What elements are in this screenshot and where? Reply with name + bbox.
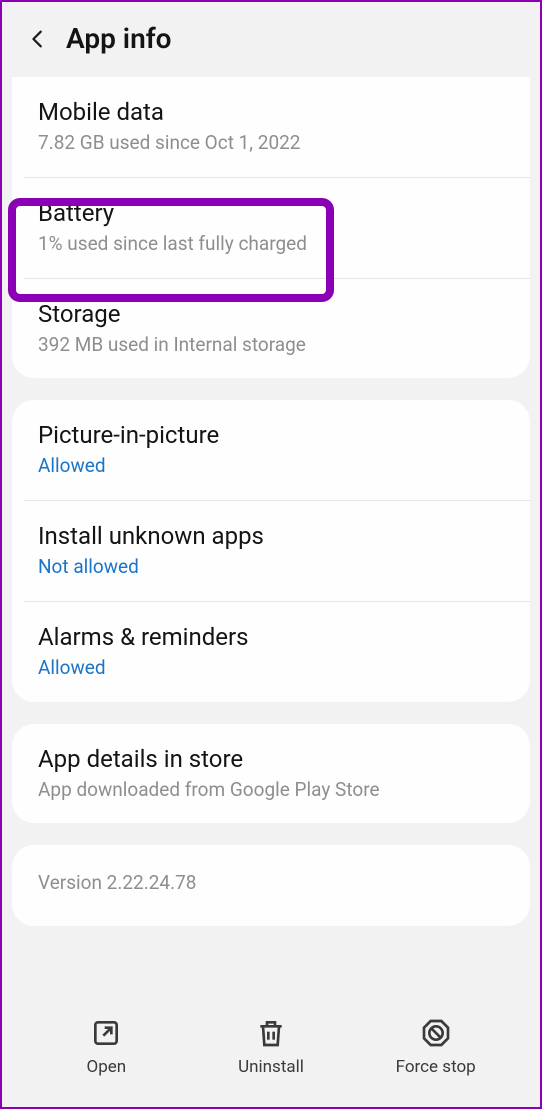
item-title: Alarms & reminders [38,622,504,652]
permissions-group: Picture-in-picture Allowed Install unkno… [12,400,530,701]
back-button[interactable] [24,25,52,53]
chevron-left-icon [27,28,49,50]
force-stop-label: Force stop [396,1057,476,1077]
version-text: Version 2.22.24.78 [12,845,530,926]
alarms-item[interactable]: Alarms & reminders Allowed [12,602,530,702]
mobile-data-item[interactable]: Mobile data 7.82 GB used since Oct 1, 20… [12,77,530,177]
bottom-action-bar: Open Uninstall Force stop [2,987,540,1107]
item-status: Allowed [38,656,504,680]
battery-item[interactable]: Battery 1% used since last fully charged [12,178,530,278]
store-group: App details in store App downloaded from… [12,724,530,824]
uninstall-label: Uninstall [238,1057,304,1077]
item-status: Not allowed [38,555,504,579]
app-details-item[interactable]: App details in store App downloaded from… [12,724,530,824]
storage-item[interactable]: Storage 392 MB used in Internal storage [12,279,530,379]
header: App info [2,2,540,77]
item-subtitle: 392 MB used in Internal storage [38,333,504,357]
pip-item[interactable]: Picture-in-picture Allowed [12,400,530,500]
version-group: Version 2.22.24.78 [12,845,530,926]
page-title: App info [66,22,172,55]
item-subtitle: 7.82 GB used since Oct 1, 2022 [38,131,504,155]
open-button[interactable]: Open [24,1017,189,1077]
force-stop-button[interactable]: Force stop [353,1017,518,1077]
item-subtitle: 1% used since last fully charged [38,232,504,256]
open-icon [90,1017,122,1049]
usage-group: Mobile data 7.82 GB used since Oct 1, 20… [12,77,530,378]
item-title: Battery [38,198,504,228]
item-title: Picture-in-picture [38,420,504,450]
trash-icon [255,1017,287,1049]
item-status: Allowed [38,454,504,478]
item-title: Storage [38,299,504,329]
uninstall-button[interactable]: Uninstall [189,1017,354,1077]
item-title: Mobile data [38,97,504,127]
item-subtitle: App downloaded from Google Play Store [38,778,504,802]
open-label: Open [87,1057,127,1077]
install-unknown-item[interactable]: Install unknown apps Not allowed [12,501,530,601]
item-title: App details in store [38,744,504,774]
item-title: Install unknown apps [38,521,504,551]
stop-icon [420,1017,452,1049]
